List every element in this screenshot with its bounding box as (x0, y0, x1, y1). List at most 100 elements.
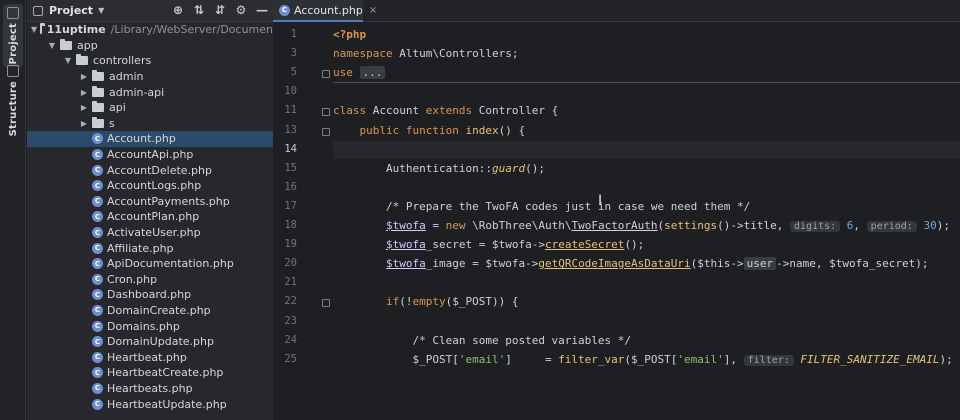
folder-icon (92, 85, 104, 97)
php-class-icon: C (92, 273, 103, 285)
tree-folder[interactable]: ▶ s (27, 116, 273, 132)
tree-file[interactable]: C Domains.php (27, 318, 273, 334)
project-tool-tab[interactable]: Project (3, 4, 23, 68)
tree-file[interactable]: C Heartbeat.php (27, 349, 273, 365)
tree-folder[interactable]: ▼ 11uptime/Library/WebServer/Documen (27, 22, 273, 38)
gear-icon[interactable]: ⚙ (234, 3, 248, 17)
tree-file[interactable]: C AccountDelete.php (27, 162, 273, 178)
code-line[interactable]: $twofa_image = $twofa->getQRCodeImageAsD… (333, 255, 960, 273)
tree-file[interactable]: C HeartbeatCreate.php (27, 365, 273, 381)
tree-item-label: app (77, 38, 98, 52)
tree-folder[interactable]: ▼ app (27, 38, 273, 54)
code-line[interactable]: $_POST['email'] = filter_var($_POST['ema… (333, 351, 960, 369)
line-number: 14 (284, 142, 297, 155)
code-line[interactable] (333, 179, 960, 197)
php-class-icon: C (92, 289, 103, 301)
chevron-down-icon[interactable]: ▼ (98, 6, 104, 15)
tab-label: Account.php (294, 3, 363, 17)
tree-folder[interactable]: ▶ admin-api (27, 84, 273, 100)
tree-file[interactable]: C DomainCreate.php (27, 303, 273, 319)
tree-item-label: Dashboard.php (107, 288, 192, 302)
tree-folder[interactable]: ▶ admin (27, 69, 273, 85)
code-line[interactable]: Authentication::guard(); (333, 160, 960, 178)
tree-folder[interactable]: ▶ api (27, 100, 273, 116)
tree-item-label: AccountApi.php (107, 148, 194, 162)
fold-toggle-icon[interactable] (322, 108, 330, 117)
line-number: 13 (284, 123, 297, 136)
code-line[interactable] (333, 140, 960, 159)
chevron-right-icon[interactable]: ▶ (79, 88, 89, 97)
tree-file[interactable]: C AccountPlan.php (27, 209, 273, 225)
tree-folder[interactable]: ▼ controllers (27, 53, 273, 69)
code-editor: C Account.php × 1 3 5 10 11 13 14 15 16 17 18 19 20 2… (273, 0, 960, 420)
chevron-right-icon[interactable]: ▶ (79, 72, 89, 81)
fold-toggle-icon[interactable] (322, 299, 330, 308)
code-line[interactable]: class Account extends Controller { (333, 102, 960, 120)
tab-account-php[interactable]: C Account.php × (273, 0, 377, 22)
folder-icon (92, 116, 104, 128)
chevron-down-icon[interactable]: ▼ (47, 41, 57, 50)
project-panel-toolbar: ⊕ ⇅ ⇵ ⚙ — (171, 3, 269, 17)
tree-file[interactable]: C AccountPayments.php (27, 194, 273, 210)
tree-file[interactable]: C Heartbeats.php (27, 381, 273, 397)
code-line[interactable] (333, 274, 960, 292)
chevron-down-icon[interactable]: ▼ (31, 25, 37, 34)
code-line[interactable]: public function index() { (333, 122, 960, 140)
locate-icon[interactable]: ⊕ (171, 3, 185, 17)
tree-item-label: admin (109, 70, 144, 84)
php-class-icon: C (92, 398, 103, 410)
code-line[interactable] (333, 83, 960, 101)
tree-item-label: Affiliate.php (107, 241, 174, 255)
code-line[interactable]: $twofa = new \RobThree\Auth\TwoFactorAut… (333, 217, 960, 235)
code-line[interactable] (333, 313, 960, 331)
code-line[interactable]: $twofa_secret = $twofa->createSecret(); (333, 236, 960, 254)
line-number: 21 (284, 276, 297, 289)
project-panel-title: Project (49, 4, 94, 17)
line-number: 1 (290, 28, 297, 40)
tree-item-label: Account.php (107, 132, 176, 146)
chevron-right-icon[interactable]: ▶ (79, 103, 89, 112)
tree-item-label: admin-api (109, 85, 165, 99)
code-line[interactable]: /* Prepare the TwoFA codes just in case … (333, 198, 960, 216)
tree-file[interactable]: C AccountLogs.php (27, 178, 273, 194)
line-number: 15 (284, 161, 297, 174)
minimize-icon[interactable]: — (255, 3, 269, 17)
collapse-all-icon[interactable]: ⇵ (213, 3, 227, 17)
folder-icon (92, 70, 104, 82)
tree-file[interactable]: C HeartbeatUpdate.php (27, 396, 273, 412)
tree-file[interactable]: C Dashboard.php (27, 287, 273, 303)
close-icon[interactable]: × (369, 5, 377, 16)
php-class-icon: C (92, 382, 103, 394)
line-number: 3 (290, 47, 297, 60)
line-number: 20 (284, 257, 297, 270)
php-file-icon: C (279, 4, 290, 16)
code-area[interactable]: <?php namespace Altum\Controllers; use ...… (333, 22, 960, 420)
tree-file[interactable]: C ApiDocumentation.php (27, 256, 273, 272)
chevron-down-icon[interactable]: ▼ (63, 56, 73, 65)
tree-file[interactable]: C Account.php (27, 131, 273, 147)
tree-file[interactable]: C AccountApi.php (27, 147, 273, 163)
line-number: 16 (284, 180, 297, 193)
code-line[interactable]: namespace Altum\Controllers; (333, 45, 960, 63)
fold-toggle-icon[interactable] (322, 127, 330, 136)
tree-file[interactable]: C Affiliate.php (27, 240, 273, 256)
structure-tool-tab[interactable]: Structure (3, 62, 23, 139)
chevron-right-icon[interactable]: ▶ (79, 119, 89, 128)
php-class-icon: C (92, 367, 103, 379)
code-line[interactable]: <?php (333, 26, 960, 44)
tree-file[interactable]: C ActivateUser.php (27, 225, 273, 241)
code-line[interactable]: use ... (333, 64, 960, 82)
fold-toggle-icon[interactable] (322, 70, 330, 79)
expand-all-icon[interactable]: ⇅ (192, 3, 206, 17)
editor-tab-bar: C Account.php × (273, 0, 960, 22)
tree-file[interactable]: C DomainUpdate.php (27, 334, 273, 350)
folder-icon (92, 101, 104, 113)
php-class-icon: C (92, 211, 103, 223)
structure-tab-icon (7, 65, 19, 77)
folder-icon (60, 38, 72, 50)
tree-file[interactable]: C Cron.php (27, 272, 273, 288)
project-panel-header[interactable]: Project ▼ ⊕ ⇅ ⇵ ⚙ — (27, 0, 273, 22)
code-line[interactable]: if(!empty($_POST)) { (333, 293, 960, 311)
tree-item-path: /Library/WebServer/Documen (110, 23, 273, 37)
code-line[interactable]: /* Clean some posted variables */ (333, 332, 960, 350)
